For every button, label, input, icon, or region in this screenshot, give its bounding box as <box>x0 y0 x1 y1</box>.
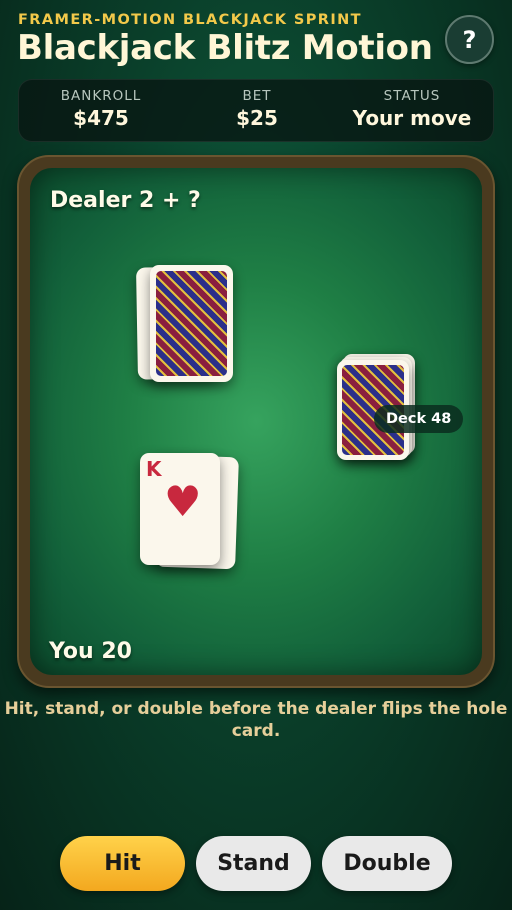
bet-stat: BET $25 <box>197 88 317 130</box>
card-rank: K <box>146 457 162 481</box>
bet-value: $25 <box>236 106 278 130</box>
question-mark-icon: ? <box>462 25 477 54</box>
table-rail: Dealer 2 + ? Deck 48 K ♥ You 20 <box>17 155 495 688</box>
status-label: STATUS <box>383 88 441 104</box>
status-value: Your move <box>352 106 472 130</box>
deck-count-badge: Deck 48 <box>374 405 464 433</box>
hint-text: Hit, stand, or double before the dealer … <box>4 699 508 741</box>
bet-label: BET <box>242 88 272 104</box>
dealer-label: Dealer 2 + ? <box>50 188 201 213</box>
card-back-pattern <box>156 271 227 376</box>
status-stat: STATUS Your move <box>339 88 485 130</box>
bankroll-value: $475 <box>73 106 129 130</box>
app-title: Blackjack Blitz Motion <box>17 28 433 68</box>
dealer-card-back <box>150 265 233 382</box>
heart-icon: ♥ <box>164 477 202 526</box>
table-felt: Dealer 2 + ? Deck 48 K ♥ You 20 <box>30 168 482 675</box>
double-button[interactable]: Double <box>322 836 452 891</box>
player-label: You 20 <box>49 639 132 664</box>
help-button[interactable]: ? <box>445 15 494 64</box>
hit-button[interactable]: Hit <box>60 836 185 891</box>
player-card-top: K ♥ <box>140 453 220 565</box>
stats-bar: BANKROLL $475 BET $25 STATUS Your move <box>18 79 494 142</box>
bankroll-label: BANKROLL <box>60 88 142 104</box>
app-subtitle: FRAMER-MOTION BLACKJACK SPRINT <box>18 12 362 28</box>
stand-button[interactable]: Stand <box>196 836 311 891</box>
bankroll-stat: BANKROLL $475 <box>41 88 161 130</box>
